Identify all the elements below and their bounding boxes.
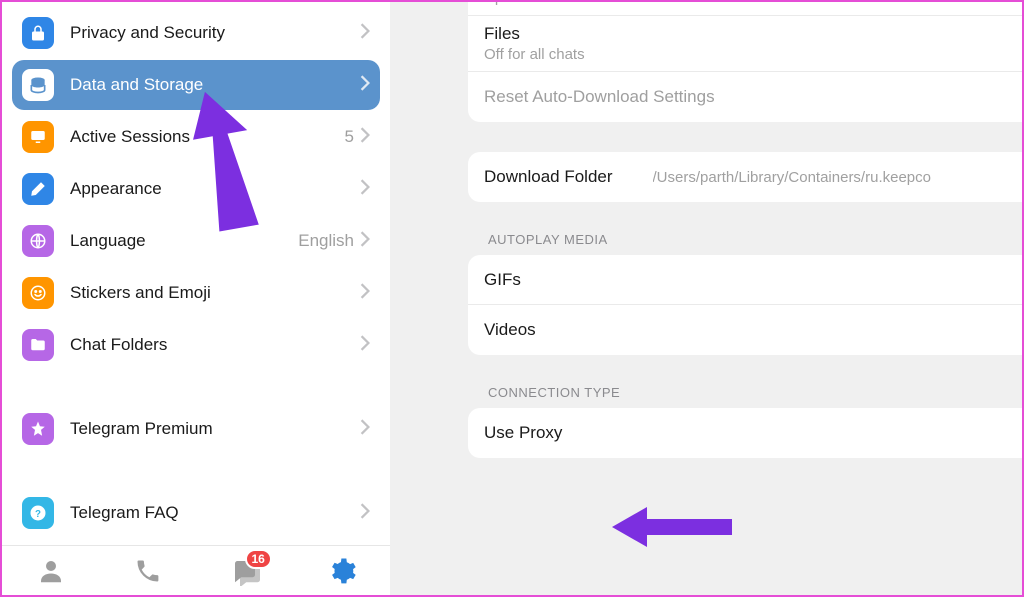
row-path: /Users/parth/Library/Containers/ru.keepc… <box>653 169 1006 186</box>
chevron-right-icon <box>360 283 370 304</box>
row-title: GIFs <box>484 270 521 290</box>
connection-type-group: CONNECTION TYPE Use Proxy <box>390 385 1022 458</box>
chevron-right-icon <box>360 23 370 44</box>
sidebar-item-label: Appearance <box>70 179 360 199</box>
sessions-icon <box>22 121 54 153</box>
sidebar-item-label: Stickers and Emoji <box>70 283 360 303</box>
settings-content: Up to 10 MB for all chats Files Off for … <box>390 2 1022 595</box>
sidebar-item-label: Language <box>70 231 298 251</box>
sidebar-item-label: Chat Folders <box>70 335 360 355</box>
row-files[interactable]: Files Off for all chats <box>468 16 1022 72</box>
row-sub: Up to 10 MB for all chats <box>484 2 648 6</box>
sidebar-item-value: 5 <box>345 127 354 147</box>
sidebar-divider <box>12 372 380 402</box>
group-header: CONNECTION TYPE <box>468 385 1022 408</box>
tab-chats[interactable]: 16 <box>225 551 265 591</box>
folders-icon <box>22 329 54 361</box>
sidebar-item-label: Privacy and Security <box>70 23 360 43</box>
sidebar-list: Privacy and Security Data and Storage Ac… <box>2 2 390 538</box>
download-folder-group: Download Folder /Users/parth/Library/Con… <box>390 152 1022 202</box>
stickers-icon <box>22 277 54 309</box>
sidebar-item-label: Active Sessions <box>70 127 345 147</box>
sidebar-divider <box>12 456 380 486</box>
chevron-right-icon <box>360 127 370 148</box>
row-size-limit[interactable]: Up to 10 MB for all chats <box>468 2 1022 16</box>
appearance-icon <box>22 173 54 205</box>
settings-sidebar: Privacy and Security Data and Storage Ac… <box>2 2 390 595</box>
sidebar-item-language[interactable]: Language English <box>12 216 380 266</box>
row-title: Reset Auto-Download Settings <box>484 87 715 107</box>
tab-settings[interactable] <box>322 551 362 591</box>
language-icon <box>22 225 54 257</box>
sidebar-item-privacy-security[interactable]: Privacy and Security <box>12 8 380 58</box>
sidebar-item-label: Telegram FAQ <box>70 503 360 523</box>
row-download-folder[interactable]: Download Folder /Users/parth/Library/Con… <box>468 152 1022 202</box>
chevron-right-icon <box>360 419 370 440</box>
row-use-proxy[interactable]: Use Proxy <box>468 408 1022 458</box>
sidebar-item-chat-folders[interactable]: Chat Folders <box>12 320 380 370</box>
sidebar-item-telegram-faq[interactable]: ? Telegram FAQ <box>12 488 380 538</box>
row-title: Use Proxy <box>484 423 562 443</box>
sidebar-item-data-storage[interactable]: Data and Storage <box>12 60 380 110</box>
storage-icon <box>22 69 54 101</box>
row-title: Download Folder <box>484 167 613 187</box>
tab-calls[interactable] <box>128 551 168 591</box>
row-videos[interactable]: Videos <box>468 305 1022 355</box>
sidebar-item-stickers-emoji[interactable]: Stickers and Emoji <box>12 268 380 318</box>
chevron-right-icon <box>360 231 370 252</box>
bottom-tabbar: 16 <box>2 545 390 595</box>
sidebar-item-telegram-premium[interactable]: Telegram Premium <box>12 404 380 454</box>
premium-icon <box>22 413 54 445</box>
auto-download-group: Up to 10 MB for all chats Files Off for … <box>390 2 1022 122</box>
chevron-right-icon <box>360 179 370 200</box>
tab-contacts[interactable] <box>31 551 71 591</box>
svg-text:?: ? <box>35 509 41 520</box>
row-sub: Off for all chats <box>484 46 585 63</box>
row-reset-autodownload[interactable]: Reset Auto-Download Settings <box>468 72 1022 122</box>
row-title: Files <box>484 24 520 44</box>
sidebar-item-label: Telegram Premium <box>70 419 360 439</box>
chevron-right-icon <box>360 503 370 524</box>
autoplay-media-group: AUTOPLAY MEDIA GIFs Videos <box>390 232 1022 355</box>
chats-unread-badge: 16 <box>245 549 272 569</box>
sidebar-item-value: English <box>298 231 354 251</box>
row-title: Videos <box>484 320 536 340</box>
group-header: AUTOPLAY MEDIA <box>468 232 1022 255</box>
sidebar-item-label: Data and Storage <box>70 75 360 95</box>
chevron-right-icon <box>360 335 370 356</box>
faq-icon: ? <box>22 497 54 529</box>
sidebar-item-active-sessions[interactable]: Active Sessions 5 <box>12 112 380 162</box>
row-gifs[interactable]: GIFs <box>468 255 1022 305</box>
chevron-right-icon <box>360 75 370 96</box>
sidebar-item-appearance[interactable]: Appearance <box>12 164 380 214</box>
lock-icon <box>22 17 54 49</box>
